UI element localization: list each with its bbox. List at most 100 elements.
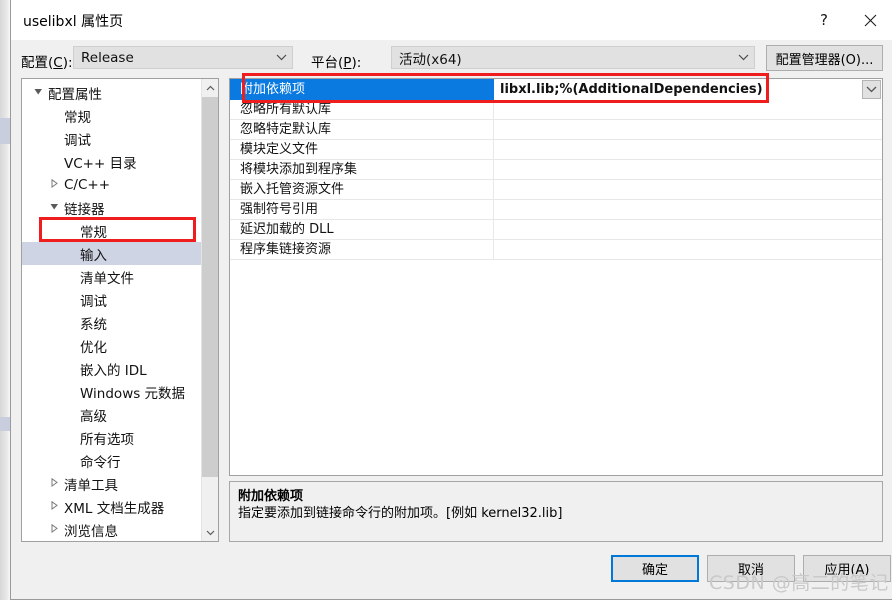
property-value[interactable] — [494, 180, 882, 199]
property-grid-rows: 附加依赖项 libxl.lib;%(AdditionalDependencies)… — [230, 79, 882, 260]
platform-value: 活动(x64) — [399, 51, 462, 68]
property-row[interactable]: 将模块添加到程序集 — [230, 160, 882, 180]
ok-button[interactable]: 确定 — [611, 555, 699, 582]
tree-item-label: VC++ 目录 — [64, 155, 137, 172]
configuration-value: Release — [81, 49, 134, 66]
tree-item-label: Windows 元数据 — [80, 385, 186, 402]
expander-collapsed-icon[interactable] — [50, 495, 59, 518]
platform-dropdown[interactable]: 活动(x64) — [391, 46, 755, 69]
property-value[interactable] — [494, 240, 882, 259]
property-row[interactable]: 忽略所有默认库 — [230, 100, 882, 120]
window-title: uselibxl 属性页 — [23, 14, 124, 30]
tree-item-label: 所有选项 — [80, 431, 134, 448]
property-value[interactable]: libxl.lib;%(AdditionalDependencies) — [494, 79, 882, 100]
chevron-down-icon — [732, 54, 754, 61]
tree-item[interactable]: 配置属性 — [22, 81, 202, 104]
property-pages-dialog: uselibxl 属性页 ? 配置(C): Release 平台(P): 活动(… — [10, 0, 892, 600]
tree-item[interactable]: 清单工具 — [22, 472, 202, 495]
tree-item[interactable]: VC++ 目录 — [22, 150, 202, 173]
expander-collapsed-icon[interactable] — [50, 541, 59, 542]
property-value[interactable] — [494, 120, 882, 139]
description-title: 附加依赖项 — [238, 489, 304, 504]
tree-item-label: C/C++ — [64, 176, 111, 193]
tree-item[interactable]: 高级 — [22, 403, 202, 426]
expander-expanded-icon[interactable] — [34, 81, 43, 104]
help-icon[interactable]: ? — [801, 0, 847, 40]
tree-item[interactable]: 命令行 — [22, 449, 202, 472]
tree-item[interactable]: 调试 — [22, 127, 202, 150]
property-name: 模块定义文件 — [230, 140, 494, 159]
tree-item[interactable]: 调试 — [22, 288, 202, 311]
property-tree-list: 配置属性 常规 调试 VC++ 目录 C/C++ 链接器 常规 输入 清单文件 调试 系统 优化 嵌入的… — [22, 81, 202, 542]
tree-item[interactable]: 优化 — [22, 334, 202, 357]
tree-item-label: 清单文件 — [80, 270, 134, 287]
tree-item-label: 配置属性 — [48, 86, 102, 103]
tree-item-label: 调试 — [80, 293, 107, 310]
tree-item[interactable]: 系统 — [22, 311, 202, 334]
tree-item-label: 常规 — [80, 224, 107, 241]
expander-collapsed-icon[interactable] — [50, 173, 59, 196]
cancel-button[interactable]: 取消 — [707, 555, 795, 582]
chevron-down-icon — [270, 54, 292, 61]
tree-item[interactable]: 所有选项 — [22, 426, 202, 449]
tree-item[interactable]: C/C++ — [22, 173, 202, 196]
property-row[interactable]: 程序集链接资源 — [230, 240, 882, 260]
property-value[interactable] — [494, 140, 882, 159]
property-row[interactable]: 模块定义文件 — [230, 140, 882, 160]
property-row[interactable]: 忽略特定默认库 — [230, 120, 882, 140]
apply-button[interactable]: 应用(A) — [803, 555, 891, 582]
property-value[interactable] — [494, 100, 882, 119]
description-body: 指定要添加到链接命令行的附加项。[例如 kernel32.lib] — [238, 506, 563, 521]
tree-item-label: 嵌入的 IDL — [80, 362, 147, 379]
tree-item-label: 清单工具 — [64, 477, 118, 494]
tree-item[interactable]: 输入 — [22, 242, 202, 265]
platform-label: 平台(P): — [311, 55, 362, 71]
property-row[interactable]: 延迟加载的 DLL — [230, 220, 882, 240]
property-tree[interactable]: 配置属性 常规 调试 VC++ 目录 C/C++ 链接器 常规 输入 清单文件 调试 系统 优化 嵌入的… — [21, 78, 219, 542]
property-value[interactable] — [494, 220, 882, 239]
property-name: 强制符号引用 — [230, 200, 494, 219]
expander-collapsed-icon[interactable] — [50, 472, 59, 495]
tree-item[interactable]: Windows 元数据 — [22, 380, 202, 403]
property-row[interactable]: 嵌入托管资源文件 — [230, 180, 882, 200]
tree-item-label: 链接器 — [64, 201, 105, 218]
tree-item[interactable]: 清单文件 — [22, 265, 202, 288]
tree-item[interactable]: XML 文档生成器 — [22, 495, 202, 518]
tree-item[interactable]: 嵌入的 IDL — [22, 357, 202, 380]
scroll-down-icon[interactable] — [202, 524, 218, 541]
tree-item[interactable]: 链接器 — [22, 196, 202, 219]
background-window-strip — [0, 0, 10, 600]
tree-item-label: 优化 — [80, 339, 107, 356]
tree-scrollbar[interactable] — [201, 79, 218, 541]
title-bar: uselibxl 属性页 ? — [11, 0, 892, 40]
tree-item[interactable]: 常规 — [22, 104, 202, 127]
property-value[interactable] — [494, 200, 882, 219]
scrollbar-thumb[interactable] — [202, 97, 218, 477]
tree-item-label: 系统 — [80, 316, 107, 333]
tree-item-label: XML 文档生成器 — [64, 500, 165, 517]
property-row[interactable]: 附加依赖项 libxl.lib;%(AdditionalDependencies) — [230, 79, 882, 100]
property-grid[interactable]: 附加依赖项 libxl.lib;%(AdditionalDependencies)… — [229, 78, 883, 476]
property-name: 程序集链接资源 — [230, 240, 494, 259]
configuration-bar: 配置(C): Release 平台(P): 活动(x64) 配置管理器(O)..… — [11, 40, 892, 76]
tree-item-label: 浏览信息 — [64, 523, 118, 540]
close-icon[interactable] — [847, 0, 892, 40]
property-name: 嵌入托管资源文件 — [230, 180, 494, 199]
property-name: 忽略所有默认库 — [230, 100, 494, 119]
expander-expanded-icon[interactable] — [50, 196, 59, 219]
tree-item[interactable]: 浏览信息 — [22, 518, 202, 541]
property-name: 附加依赖项 — [230, 79, 494, 100]
property-value[interactable] — [494, 160, 882, 179]
property-name: 延迟加载的 DLL — [230, 220, 494, 239]
configuration-dropdown[interactable]: Release — [73, 46, 293, 69]
property-row[interactable]: 强制符号引用 — [230, 200, 882, 220]
tree-item[interactable]: 生成事件 — [22, 541, 202, 542]
property-name: 忽略特定默认库 — [230, 120, 494, 139]
configuration-label: 配置(C): — [21, 55, 73, 71]
configuration-manager-button[interactable]: 配置管理器(O)... — [766, 45, 883, 71]
scroll-up-icon[interactable] — [202, 79, 218, 96]
help-glyph: ? — [820, 11, 828, 29]
tree-item[interactable]: 常规 — [22, 219, 202, 242]
expander-collapsed-icon[interactable] — [50, 518, 59, 541]
value-dropdown-icon[interactable] — [862, 80, 881, 99]
